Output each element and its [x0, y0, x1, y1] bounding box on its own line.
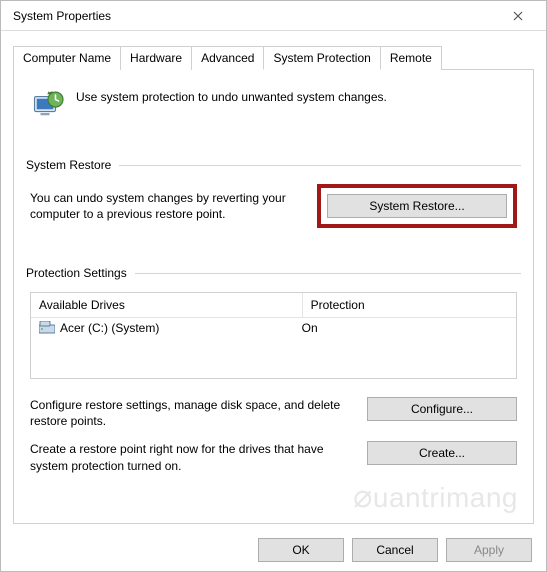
tab-advanced[interactable]: Advanced [191, 46, 264, 70]
create-row: Create a restore point right now for the… [26, 441, 521, 473]
tab-computer-name[interactable]: Computer Name [13, 46, 121, 70]
cancel-button[interactable]: Cancel [352, 538, 438, 562]
titlebar: System Properties [1, 1, 546, 31]
divider [119, 165, 521, 166]
tab-system-protection[interactable]: System Protection [263, 46, 380, 70]
create-text: Create a restore point right now for the… [30, 441, 351, 473]
configure-text: Configure restore settings, manage disk … [30, 397, 351, 429]
configure-row: Configure restore settings, manage disk … [26, 397, 521, 429]
protection-heading: Protection Settings [26, 266, 127, 280]
table-row[interactable]: Acer (C:) (System) On [31, 318, 516, 338]
system-protection-icon [30, 86, 66, 122]
dialog-buttons: OK Cancel Apply [1, 524, 546, 562]
ok-button[interactable]: OK [258, 538, 344, 562]
system-restore-button[interactable]: System Restore... [327, 194, 507, 218]
drive-protection-status: On [302, 321, 508, 335]
close-icon [513, 11, 523, 21]
apply-button[interactable]: Apply [446, 538, 532, 562]
create-button[interactable]: Create... [367, 441, 517, 465]
highlight-box: System Restore... [317, 184, 517, 228]
intro-row: Use system protection to undo unwanted s… [26, 82, 521, 134]
tab-remote[interactable]: Remote [380, 46, 442, 70]
drive-icon [39, 321, 55, 335]
tab-hardware[interactable]: Hardware [120, 46, 192, 70]
section-protection-header: Protection Settings [26, 266, 521, 280]
restore-row: You can undo system changes by reverting… [26, 184, 521, 236]
table-body: Acer (C:) (System) On [31, 318, 516, 378]
divider [135, 273, 521, 274]
restore-description: You can undo system changes by reverting… [30, 190, 301, 222]
drives-table: Available Drives Protection Acer (C:) (S… [30, 292, 517, 379]
window-title: System Properties [13, 9, 111, 23]
tab-content: Use system protection to undo unwanted s… [13, 70, 534, 524]
drive-name: Acer (C:) (System) [60, 321, 159, 335]
intro-text: Use system protection to undo unwanted s… [76, 86, 387, 104]
col-header-protection[interactable]: Protection [303, 293, 516, 317]
section-restore-header: System Restore [26, 158, 521, 172]
close-button[interactable] [498, 3, 538, 29]
configure-button[interactable]: Configure... [367, 397, 517, 421]
table-header: Available Drives Protection [31, 293, 516, 318]
restore-heading: System Restore [26, 158, 111, 172]
tab-strip: Computer Name Hardware Advanced System P… [13, 45, 534, 70]
col-header-drives[interactable]: Available Drives [31, 293, 303, 317]
